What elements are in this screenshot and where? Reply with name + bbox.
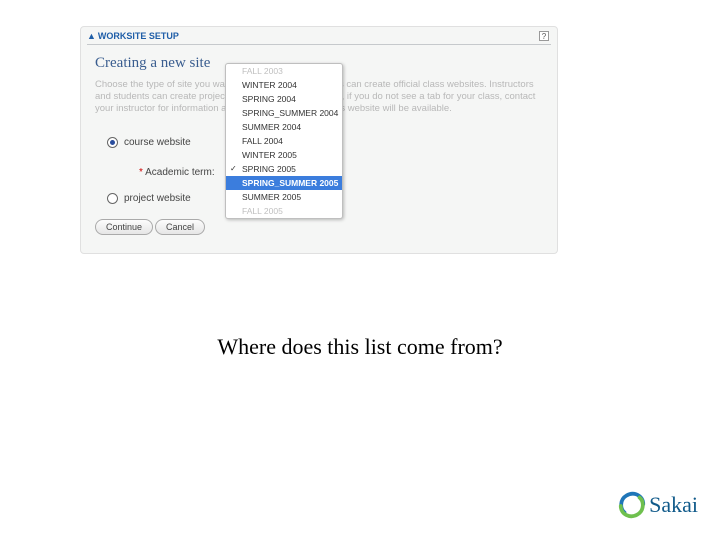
term-option[interactable]: SUMMER 2004 (226, 120, 342, 134)
term-option-label: SUMMER 2005 (242, 192, 301, 202)
required-star-icon: * (139, 167, 143, 178)
term-option[interactable]: FALL 2004 (226, 134, 342, 148)
term-option-label: SPRING 2005 (242, 164, 296, 174)
term-option[interactable]: WINTER 2004 (226, 78, 342, 92)
sakai-mark-icon (617, 490, 647, 520)
term-option[interactable]: FALL 2005 (226, 204, 342, 218)
arrow-up-icon: ▲ (87, 31, 96, 41)
radio-label: course website (124, 137, 191, 148)
cancel-button[interactable]: Cancel (155, 219, 205, 235)
sakai-logo: Sakai (617, 490, 698, 520)
term-option-label: SPRING_SUMMER 2005 (242, 178, 338, 188)
term-option[interactable]: SPRING_SUMMER 2004 (226, 106, 342, 120)
continue-button[interactable]: Continue (95, 219, 153, 235)
slide-caption: Where does this list come from? (0, 334, 720, 360)
term-option-label: WINTER 2004 (242, 80, 297, 90)
term-option[interactable]: SPRING 2004 (226, 92, 342, 106)
breadcrumb[interactable]: ▲ WORKSITE SETUP (87, 31, 179, 41)
term-option-label: FALL 2005 (242, 206, 283, 216)
term-option-label: SPRING_SUMMER 2004 (242, 108, 338, 118)
academic-term-dropdown[interactable]: FALL 2003 WINTER 2004 SPRING 2004 SPRING_SU… (225, 63, 343, 219)
term-option-label: SUMMER 2004 (242, 122, 301, 132)
term-option-label: FALL 2004 (242, 136, 283, 146)
check-icon: ✓ (230, 163, 237, 174)
radio-icon (107, 193, 118, 204)
radio-icon (107, 137, 118, 148)
term-option-label: FALL 2003 (242, 66, 283, 76)
academic-term-label: * Academic term: (139, 167, 215, 178)
radio-project-website[interactable]: project website (107, 193, 191, 204)
term-option[interactable]: SUMMER 2005 (226, 190, 342, 204)
term-option[interactable]: ✓ SPRING 2005 (226, 162, 342, 176)
radio-course-website[interactable]: course website (107, 137, 191, 148)
term-option[interactable]: SPRING_SUMMER 2005 (226, 176, 342, 190)
term-option[interactable]: FALL 2003 (226, 64, 342, 78)
term-option[interactable]: WINTER 2005 (226, 148, 342, 162)
sakai-wordmark: Sakai (649, 492, 698, 518)
term-option-label: SPRING 2004 (242, 94, 296, 104)
divider (87, 44, 551, 45)
help-button[interactable]: ? (539, 31, 549, 41)
breadcrumb-label: WORKSITE SETUP (98, 31, 179, 41)
term-label-text: Academic term: (145, 167, 214, 178)
page-title: Creating a new site (95, 55, 210, 72)
radio-label: project website (124, 193, 191, 204)
term-option-label: WINTER 2005 (242, 150, 297, 160)
